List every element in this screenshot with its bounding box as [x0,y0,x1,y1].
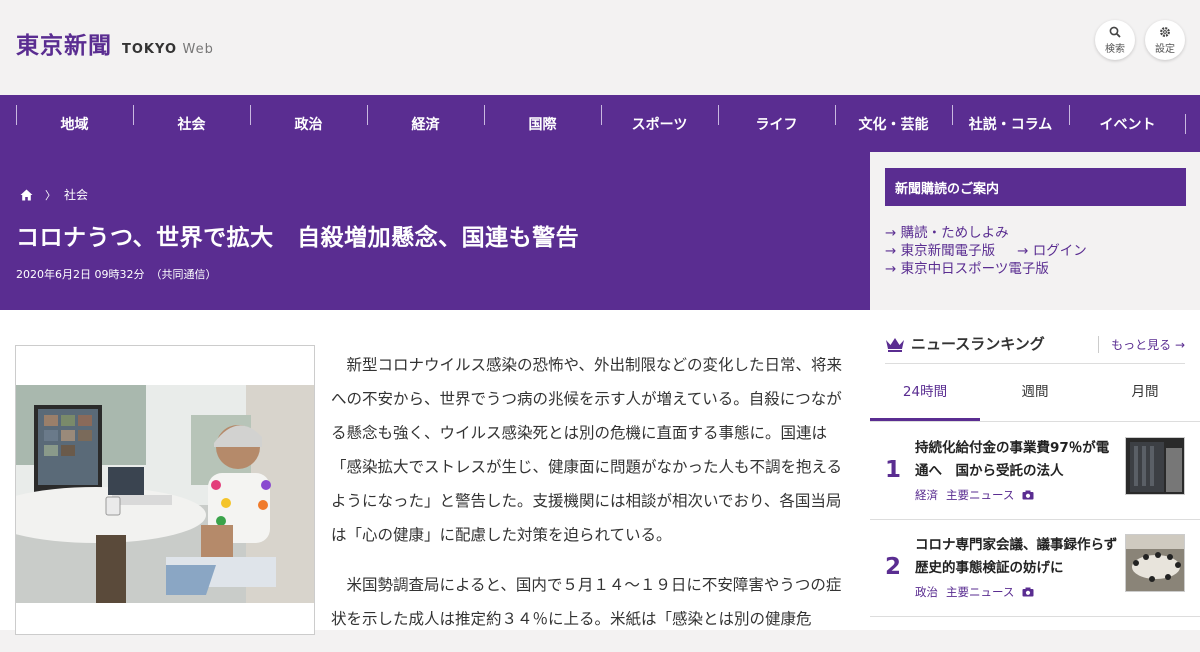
ranking-headline[interactable]: コロナ専門家会議、議事録作らず 歴史的事態検証の妨げに [915,534,1131,580]
breadcrumb-category[interactable]: 社会 [64,186,88,203]
gear-icon [1160,26,1170,37]
ranking-title: ニュースランキング [911,335,1045,353]
search-icon [1109,26,1121,38]
article-photo[interactable] [16,385,314,603]
camera-icon [1022,587,1034,597]
search-button[interactable]: 検索 [1095,20,1135,60]
logo-english: TOKYO Web [122,42,214,57]
logo-tokyo: TOKYO [122,42,177,57]
ranking-headline[interactable]: 持続化給付金の事業費97％が電通へ 国から受託の法人 [915,437,1120,483]
thumbnail-image [1126,438,1184,494]
camera-icon [1022,490,1034,500]
more-label: もっと見る [1111,338,1172,352]
tab-24h[interactable]: 24時間 [870,372,980,421]
nav-item-culture[interactable]: 文化・芸能 [835,104,952,134]
ranking-thumbnail[interactable] [1125,437,1185,495]
link-digital-edition-label: 東京新聞電子版 [900,243,996,259]
nav-divider [1185,114,1186,134]
article-title: コロナうつ、世界で拡大 自殺増加懸念、国連も警告 [16,225,580,251]
chevron-right-icon: 〉 [45,188,56,202]
tag-category[interactable]: 経済 [915,487,938,503]
article-paragraph: 新型コロナウイルス感染の恐怖や、外出制限などの変化した日常、将来への不安から、世… [331,356,843,544]
nav-item-politics[interactable]: 政治 [250,104,367,134]
home-icon[interactable] [20,189,33,201]
link-chunichi-sports[interactable]: → 東京中日スポーツ電子版 [885,260,1049,278]
nav-item-society[interactable]: 社会 [133,104,250,134]
article-body: 新型コロナウイルス感染の恐怖や、外出制限などの変化した日常、将来への不安から、世… [0,310,870,635]
ranking-number: 1 [885,457,902,483]
more-link[interactable]: もっと見る → [1098,336,1185,353]
article-text: 新型コロナウイルス感染の恐怖や、外出制限などの変化した日常、将来への不安から、世… [331,348,843,652]
tab-weekly[interactable]: 週間 [980,372,1090,421]
nav-item-region[interactable]: 地域 [16,104,133,134]
article-source: （共同通信） [150,268,217,281]
ranking-item[interactable]: 1 持続化給付金の事業費97％が電通へ 国から受託の法人 経済 主要ニュース [870,423,1200,520]
site-header: 東京新聞 TOKYO Web 検索 設定 [0,0,1200,95]
subscription-title: 新聞購読のご案内 [885,168,1186,206]
tag-main-news[interactable]: 主要ニュース [946,487,1014,503]
article-date: 2020年6月2日 09時32分 [16,268,145,281]
logo-web: Web [182,42,214,57]
photo-illustration [16,385,314,603]
link-login[interactable]: → ログイン [1017,242,1087,260]
ranking-item[interactable]: 2 コロナ専門家会議、議事録作らず 歴史的事態検証の妨げに 政治 主要ニュース [870,520,1200,617]
breadcrumb: 〉 社会 [20,186,88,203]
search-label: 検索 [1105,43,1125,55]
ranking-tags: 政治 主要ニュース [915,584,1034,600]
ranking-header: ニュースランキング もっと見る → [885,324,1185,364]
link-login-label: ログイン [1032,243,1087,259]
link-digital-edition[interactable]: → 東京新聞電子版 [885,242,995,260]
article-header: 〉 社会 コロナうつ、世界で拡大 自殺増加懸念、国連も警告 2020年6月2日 … [0,152,870,310]
ranking-thumbnail[interactable] [1125,534,1185,592]
main-nav: 地域 社会 政治 経済 国際 スポーツ ライフ 文化・芸能 社説・コラム イベン… [0,95,1200,152]
ranking-tabs: 24時間 週間 月間 [870,372,1200,422]
nav-item-editorial[interactable]: 社説・コラム [952,104,1069,134]
ranking-number: 2 [885,554,902,580]
nav-item-economy[interactable]: 経済 [367,104,484,134]
crown-icon [886,337,904,352]
settings-label: 設定 [1155,43,1175,55]
site-logo[interactable]: 東京新聞 TOKYO Web [16,26,214,60]
settings-button[interactable]: 設定 [1145,20,1185,60]
link-chunichi-sports-label: 東京中日スポーツ電子版 [900,261,1049,277]
article-photo-frame [15,345,315,635]
article-paragraph: 米国勢調査局によると、国内で５月１４～１９日に不安障害やうつの症状を示した成人は… [331,576,842,628]
nav-item-life[interactable]: ライフ [718,104,835,134]
nav-item-international[interactable]: 国際 [484,104,601,134]
tag-category[interactable]: 政治 [915,584,938,600]
link-subscribe[interactable]: → 購読・ためしよみ [885,224,1009,242]
article-meta: 2020年6月2日 09時32分 （共同通信） [16,266,216,282]
arrow-right-icon: → [1174,338,1185,352]
nav-item-sports[interactable]: スポーツ [601,104,718,134]
ranking-tags: 経済 主要ニュース [915,487,1034,503]
nav-item-events[interactable]: イベント [1069,104,1186,134]
tab-monthly[interactable]: 月間 [1090,372,1200,421]
thumbnail-image [1126,535,1184,591]
logo-japanese: 東京新聞 [16,32,112,59]
link-subscribe-label: 購読・ためしよみ [900,225,1009,241]
tag-main-news[interactable]: 主要ニュース [946,584,1014,600]
subscription-links: → 購読・ためしよみ → 東京新聞電子版 → ログイン → 東京中日スポーツ電子… [885,224,1109,278]
news-ranking: ニュースランキング もっと見る → 24時間 週間 月間 1 持続化給付金の事業… [870,310,1200,630]
